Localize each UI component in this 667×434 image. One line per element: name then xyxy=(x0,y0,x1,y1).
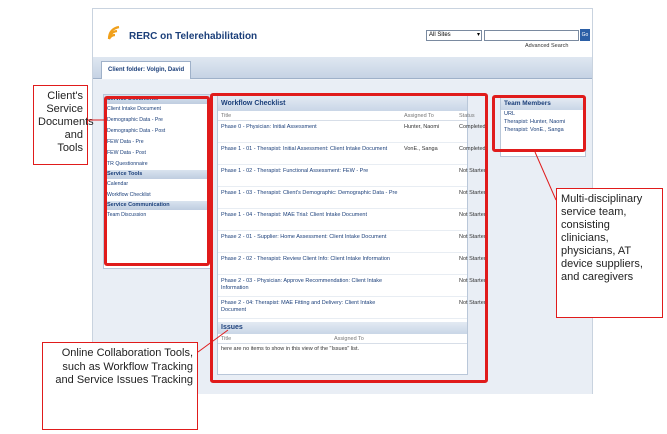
callout-collaboration: Online Collaboration Tools, such as Work… xyxy=(42,342,198,430)
app-title: RERC on Telerehabilitation xyxy=(129,31,258,42)
site-scope-value: All Sites xyxy=(429,32,451,38)
tab-bar: Client folder: Volgin, David xyxy=(93,57,592,79)
callout-text: Client's Service Documents and Tools xyxy=(38,90,94,154)
callout-service-documents: Client's Service Documents and Tools xyxy=(33,85,94,165)
search-input[interactable] xyxy=(484,30,579,41)
app-header: RERC on Telerehabilitation All Sites ▾ G… xyxy=(93,9,592,57)
callout-text: Online Collaboration Tools, such as Work… xyxy=(55,347,193,386)
rerc-logo-icon xyxy=(107,25,120,40)
tab-client-folder[interactable]: Client folder: Volgin, David xyxy=(101,61,192,79)
callout-team: Multi-disciplinary service team, consist… xyxy=(556,188,663,318)
search-button[interactable]: Go xyxy=(580,29,590,41)
highlight-left-nav xyxy=(104,96,210,266)
site-scope-select[interactable]: All Sites ▾ xyxy=(426,30,482,41)
highlight-team xyxy=(492,95,586,152)
highlight-workflow xyxy=(210,93,488,383)
advanced-search-link[interactable]: Advanced Search xyxy=(525,43,568,49)
chevron-down-icon: ▾ xyxy=(476,32,480,38)
callout-text: Multi-disciplinary service team, consist… xyxy=(561,193,643,283)
